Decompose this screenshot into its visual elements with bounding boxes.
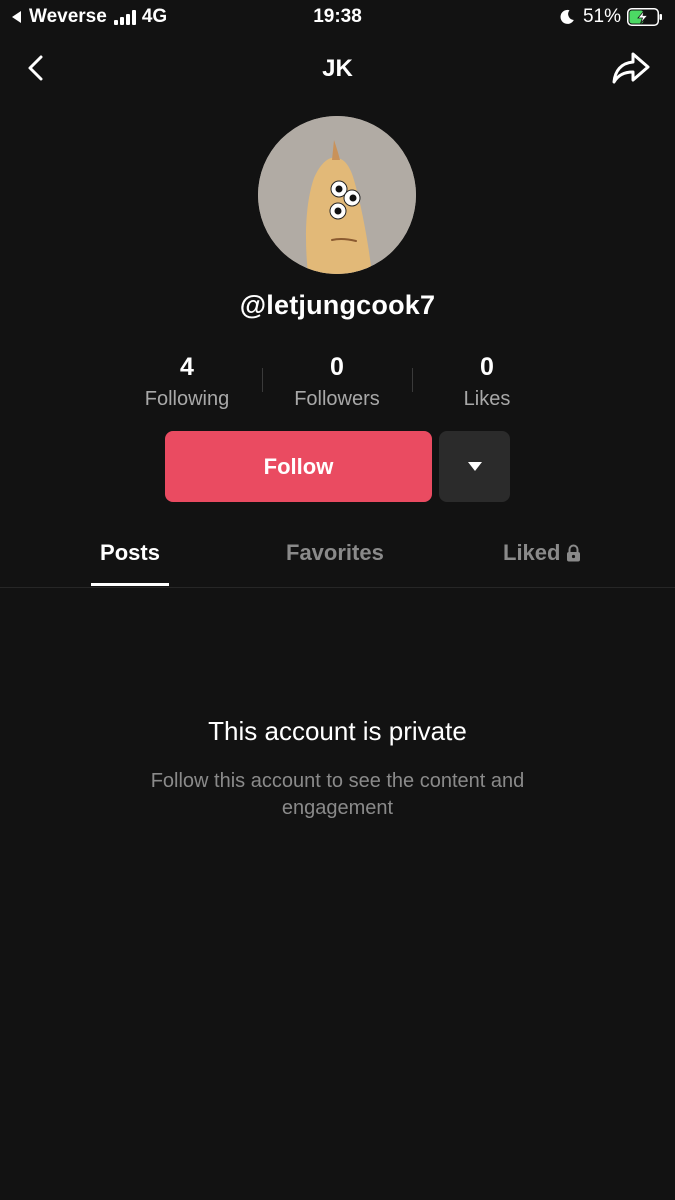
status-bar: Weverse 4G 19:38 51% <box>0 0 675 36</box>
likes-label: Likes <box>463 388 511 410</box>
follow-button[interactable]: Follow <box>165 431 432 502</box>
tab-favorites[interactable]: Favorites <box>286 540 384 566</box>
tab-liked-label: Liked <box>503 540 561 565</box>
likes-count: 0 <box>480 353 494 381</box>
profile-stats: 4 Following 0 Followers 0 Likes <box>112 352 562 414</box>
share-arrow-icon[interactable] <box>611 50 651 86</box>
stat-divider <box>412 368 413 392</box>
followers-label: Followers <box>294 388 380 410</box>
suggested-accounts-dropdown-button[interactable] <box>439 431 510 502</box>
battery-percent: 51% <box>582 6 621 27</box>
status-bar-right: 51% <box>559 6 663 28</box>
following-label: Following <box>144 388 230 410</box>
profile-header: JK <box>0 40 675 96</box>
battery-charging-icon <box>627 8 662 26</box>
private-account-description: Follow this account to see the content a… <box>150 770 525 819</box>
followers-count: 0 <box>330 353 344 381</box>
do-not-disturb-moon-icon <box>560 9 574 24</box>
tab-liked[interactable]: Liked <box>503 540 581 566</box>
caret-down-icon <box>467 462 482 471</box>
tab-posts[interactable]: Posts <box>91 540 169 566</box>
stat-following[interactable]: 4 Following <box>112 352 262 414</box>
stat-divider <box>262 368 263 392</box>
lock-icon <box>567 544 581 562</box>
username: @letjungcook7 <box>239 290 436 320</box>
page-title: JK <box>322 55 353 82</box>
active-tab-indicator <box>91 583 169 586</box>
private-account-title: This account is private <box>208 716 467 746</box>
stat-followers[interactable]: 0 Followers <box>262 352 412 414</box>
following-count: 4 <box>180 353 194 381</box>
avatar-image <box>258 116 416 274</box>
avatar[interactable] <box>258 116 416 274</box>
stat-likes[interactable]: 0 Likes <box>412 352 562 414</box>
profile-tabs: Posts Favorites Liked <box>0 520 675 588</box>
